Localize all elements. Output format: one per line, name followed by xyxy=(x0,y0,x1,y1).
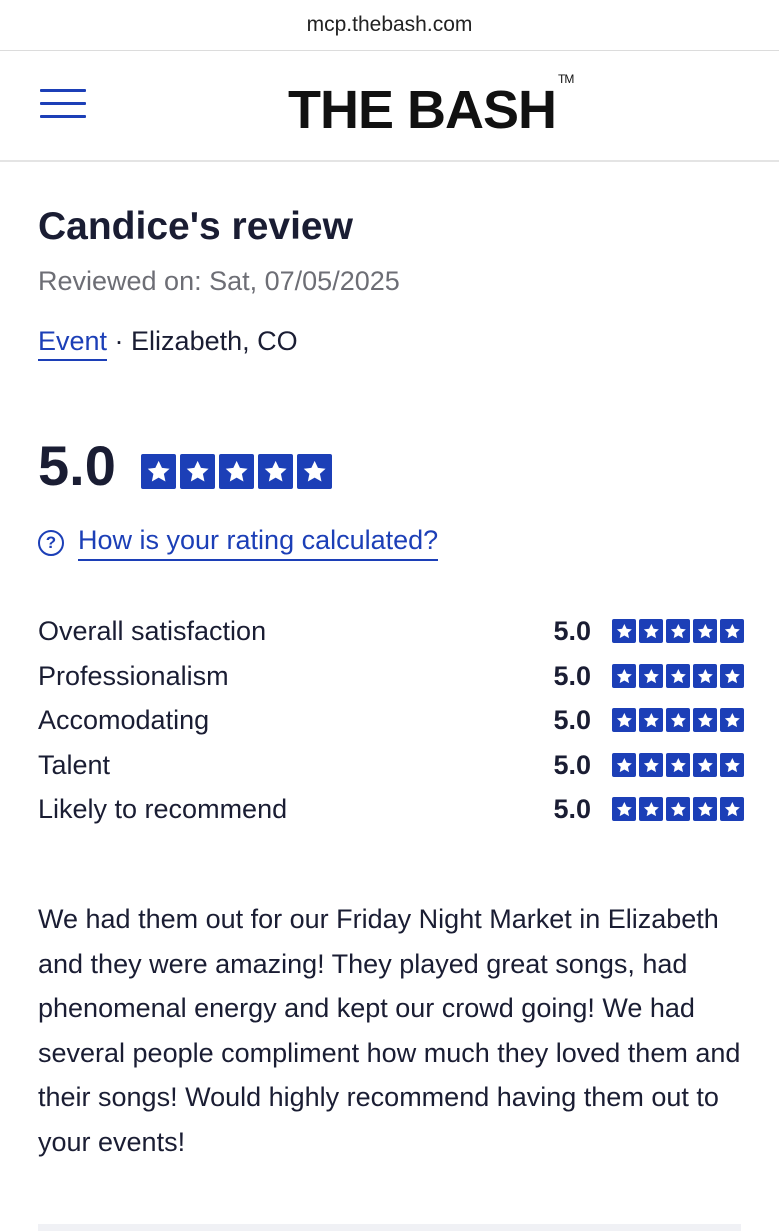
review-title: Candice's review xyxy=(38,205,353,248)
category-label: Talent xyxy=(38,750,111,780)
category-star-rating xyxy=(612,753,744,777)
category-star-icon xyxy=(639,619,663,643)
category-star-icon xyxy=(720,708,744,732)
category-star-icon xyxy=(612,797,636,821)
category-label: Professionalism xyxy=(38,661,229,691)
category-star-icon xyxy=(612,619,636,643)
category-star-icon xyxy=(693,708,717,732)
category-label: Overall satisfaction xyxy=(38,616,267,646)
category-star-icon xyxy=(639,797,663,821)
category-rating-row: Likely to recommend 5.0 xyxy=(38,789,744,829)
overall-star-rating xyxy=(141,454,332,489)
category-star-icon xyxy=(693,619,717,643)
category-star-icon xyxy=(639,664,663,688)
logo-text: THE BASH xyxy=(288,80,557,140)
category-rating-row: Accomodating 5.0 xyxy=(38,700,744,740)
review-body: We had them out for our Friday Night Mar… xyxy=(38,904,741,1157)
category-star-icon xyxy=(612,753,636,777)
category-score: 5.0 xyxy=(553,750,591,780)
category-star-icon xyxy=(666,753,690,777)
overall-star-icon xyxy=(141,454,176,489)
next-section-edge xyxy=(38,1224,741,1231)
overall-star-icon xyxy=(258,454,293,489)
site-header: THE BASHTM xyxy=(0,51,779,162)
overall-star-icon xyxy=(180,454,215,489)
category-label: Accomodating xyxy=(38,705,210,735)
category-star-rating xyxy=(612,797,744,821)
category-star-icon xyxy=(720,664,744,688)
category-label: Likely to recommend xyxy=(38,794,288,824)
category-star-icon xyxy=(666,664,690,688)
hamburger-menu-icon[interactable] xyxy=(40,89,86,123)
category-star-icon xyxy=(693,664,717,688)
event-location: · Elizabeth, CO xyxy=(107,326,298,356)
category-rating-row: Overall satisfaction 5.0 xyxy=(38,611,744,651)
category-score: 5.0 xyxy=(553,616,591,646)
category-star-icon xyxy=(666,708,690,732)
category-score: 5.0 xyxy=(553,705,591,735)
category-star-icon xyxy=(720,753,744,777)
category-star-icon xyxy=(639,753,663,777)
category-star-rating xyxy=(612,664,744,688)
category-star-rating xyxy=(612,619,744,643)
category-rating-row: Talent 5.0 xyxy=(38,745,744,785)
category-star-icon xyxy=(612,708,636,732)
the-bash-logo[interactable]: THE BASHTM xyxy=(288,72,574,140)
rating-calculation-link[interactable]: ? How is your rating calculated? xyxy=(38,525,439,561)
category-star-icon xyxy=(693,797,717,821)
overall-star-icon xyxy=(297,454,332,489)
category-star-icon xyxy=(666,797,690,821)
category-star-icon xyxy=(666,619,690,643)
rating-help-text: How is your rating calculated? xyxy=(78,525,439,561)
category-star-icon xyxy=(720,619,744,643)
overall-score: 5.0 xyxy=(38,434,116,497)
category-rating-row: Professionalism 5.0 xyxy=(38,656,744,696)
category-star-icon xyxy=(693,753,717,777)
event-link[interactable]: Event xyxy=(38,326,108,361)
review-date: Reviewed on: Sat, 07/05/2025 xyxy=(38,266,400,296)
question-circle-icon: ? xyxy=(38,530,64,556)
category-star-rating xyxy=(612,708,744,732)
url-text: mcp.thebash.com xyxy=(306,13,473,36)
category-star-icon xyxy=(639,708,663,732)
category-score: 5.0 xyxy=(553,794,591,824)
category-star-icon xyxy=(720,797,744,821)
event-location-line: Event · Elizabeth, CO xyxy=(38,326,298,361)
logo-trademark: TM xyxy=(558,72,574,86)
category-star-icon xyxy=(612,664,636,688)
browser-url-bar[interactable]: mcp.thebash.com xyxy=(0,0,779,51)
category-score: 5.0 xyxy=(553,661,591,691)
overall-star-icon xyxy=(219,454,254,489)
